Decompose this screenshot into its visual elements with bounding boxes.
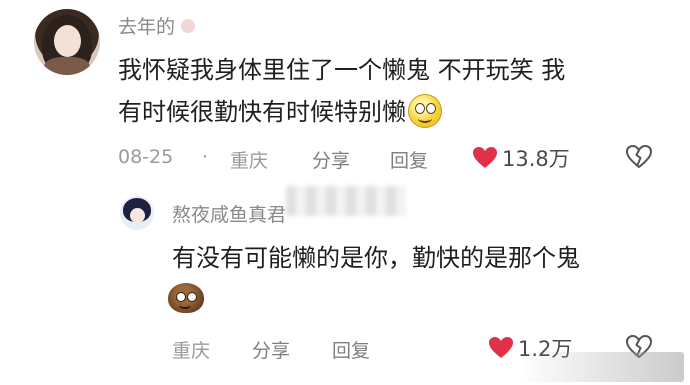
emoji-eye-left xyxy=(415,103,425,114)
reply-share-button[interactable]: 分享 xyxy=(252,336,290,363)
emoji-eye-left xyxy=(176,292,186,302)
reply-button[interactable]: 回复 xyxy=(390,146,428,173)
comment-text-line-2: 有时候很勤快有时候特别懒 xyxy=(118,94,442,130)
reply-text: 有没有可能懒的是你，勤快的是那个鬼 xyxy=(172,244,580,272)
comment-time: 08-25 xyxy=(118,146,174,168)
smiling-face-emoji-icon xyxy=(408,94,442,128)
verified-badge-icon xyxy=(181,18,196,33)
like-button[interactable]: 13.8万 xyxy=(472,143,570,173)
emoji-mouth xyxy=(179,302,191,309)
heart-icon xyxy=(473,147,497,168)
comment-username-text[interactable]: 去年的 xyxy=(118,16,175,38)
reply-avatar[interactable] xyxy=(120,196,154,230)
watermark xyxy=(520,352,684,382)
comment-text-line-2-text: 有时候很勤快有时候特别懒 xyxy=(118,98,406,126)
blurred-region xyxy=(286,186,406,216)
emoji-eye-right xyxy=(187,292,197,302)
broken-heart-icon[interactable] xyxy=(626,145,652,169)
comment-text-line-1: 我怀疑我身体里住了一个懒鬼 不开玩笑 我 xyxy=(118,56,566,84)
avatar[interactable] xyxy=(34,9,100,75)
reply-reply-button[interactable]: 回复 xyxy=(332,336,370,363)
emoji-mouth xyxy=(418,114,432,123)
reply-location: 重庆 xyxy=(172,340,211,362)
meta-separator-dot: · xyxy=(202,146,209,168)
brown-face-emoji-icon xyxy=(168,283,204,313)
comment-username[interactable]: 去年的 xyxy=(118,12,196,39)
avatar-body xyxy=(44,57,90,75)
reply-avatar-face xyxy=(130,208,145,223)
like-count: 13.8万 xyxy=(502,147,570,171)
reply-username[interactable]: 熬夜咸鱼真君 xyxy=(172,200,286,227)
heart-icon xyxy=(489,337,513,358)
comment-location: 重庆 xyxy=(230,150,269,172)
avatar-face xyxy=(54,25,81,57)
share-button[interactable]: 分享 xyxy=(312,146,350,173)
emoji-eye-right xyxy=(426,103,436,114)
